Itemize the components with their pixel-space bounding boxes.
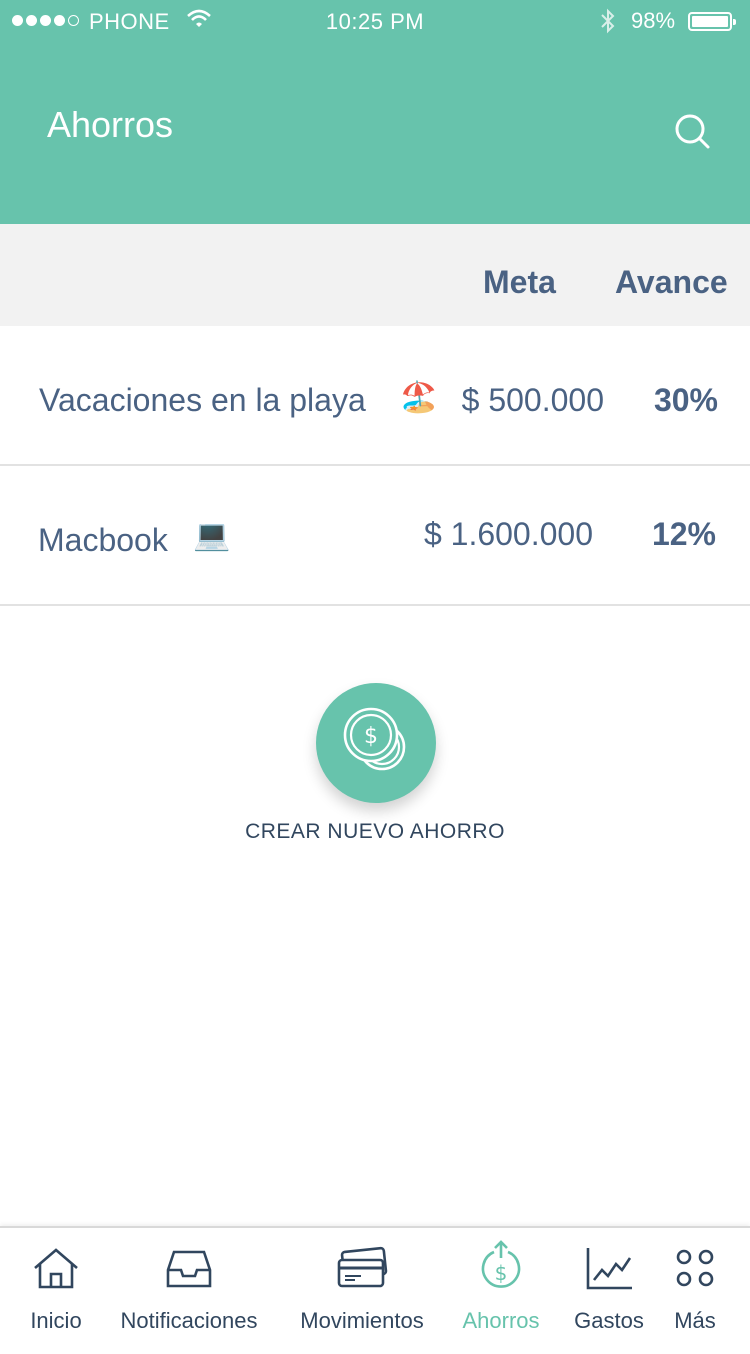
home-icon [31, 1246, 81, 1295]
saving-progress: 30% [653, 382, 718, 418]
tab-label: Ahorros [462, 1308, 540, 1333]
battery-icon [688, 12, 736, 31]
bluetooth-icon [598, 8, 618, 40]
tab-notificaciones[interactable]: Notificaciones [108, 1228, 270, 1354]
tab-bar: Inicio Notificaciones Movimientos $ Ahor… [0, 1226, 750, 1354]
tab-ahorros[interactable]: $ Ahorros [456, 1228, 546, 1354]
saving-progress: 12% [651, 516, 716, 552]
tab-label: Movimientos [300, 1308, 424, 1333]
inbox-icon [164, 1246, 214, 1295]
svg-text:$: $ [495, 1261, 508, 1285]
savings-icon: $ [479, 1240, 523, 1297]
column-header: Meta Avance [0, 224, 750, 326]
create-saving-button[interactable]: $ [316, 683, 436, 803]
tab-mas[interactable]: Más [668, 1228, 722, 1354]
saving-name: Macbook [38, 522, 168, 558]
battery-percent: 98% [631, 8, 676, 33]
saving-row[interactable]: Macbook 💻 $ 1.600.000 12% [0, 466, 750, 606]
tab-label: Inicio [30, 1308, 82, 1333]
saving-amount: $ 1.600.000 [423, 516, 593, 552]
top-bar: PHONE 10:25 PM 98% Ahorros [0, 0, 750, 224]
cards-icon [335, 1246, 389, 1295]
page-title: Ahorros [47, 104, 174, 145]
tab-label: Más [674, 1308, 716, 1333]
tab-label: Gastos [574, 1308, 644, 1333]
more-icon [673, 1246, 717, 1295]
coins-icon: $ [343, 707, 406, 771]
tab-gastos[interactable]: Gastos [570, 1228, 648, 1354]
status-bar: PHONE 10:25 PM 98% [0, 0, 750, 44]
search-icon[interactable] [673, 112, 713, 157]
chart-icon [584, 1246, 634, 1297]
laptop-emoji: 💻 [193, 519, 231, 552]
svg-text:$: $ [364, 724, 378, 749]
create-saving-label[interactable]: CREAR NUEVO AHORRO [0, 820, 750, 844]
tab-label: Notificaciones [120, 1308, 258, 1333]
tab-inicio[interactable]: Inicio [20, 1228, 92, 1354]
column-meta: Meta [483, 264, 556, 300]
column-avance: Avance [615, 264, 728, 300]
tab-movimientos[interactable]: Movimientos [290, 1228, 434, 1354]
saving-row[interactable]: Vacaciones en la playa 🏖️ $ 500.000 30% [0, 326, 750, 466]
saving-amount: $ 500.000 [461, 382, 604, 418]
saving-name: Vacaciones en la playa [39, 382, 366, 418]
